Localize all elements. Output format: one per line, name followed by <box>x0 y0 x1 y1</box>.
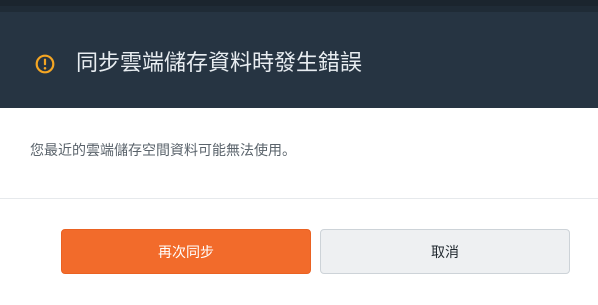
dialog-body: 您最近的雲端儲存空間資料可能無法使用。 <box>0 108 598 198</box>
dialog-title: 同步雲端儲存資料時發生錯誤 <box>76 51 363 76</box>
retry-sync-button[interactable]: 再次同步 <box>61 229 311 274</box>
dialog-footer: 再次同步 取消 <box>0 199 598 305</box>
sync-error-dialog: 同步雲端儲存資料時發生錯誤 您最近的雲端儲存空間資料可能無法使用。 再次同步 取… <box>0 0 598 305</box>
cancel-button[interactable]: 取消 <box>320 229 570 274</box>
dialog-message: 您最近的雲端儲存空間資料可能無法使用。 <box>30 143 296 159</box>
warning-circle-icon <box>35 54 55 74</box>
dialog-header: 同步雲端儲存資料時發生錯誤 <box>0 12 598 108</box>
